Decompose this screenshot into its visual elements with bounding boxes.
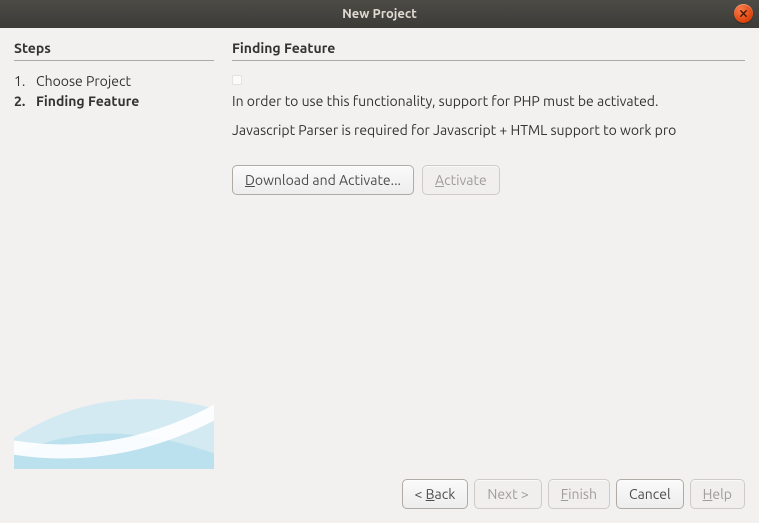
steps-list: Choose Project Finding Feature — [14, 71, 214, 111]
panel-heading: Finding Feature — [232, 40, 745, 60]
main-panel: Finding Feature In order to use this fun… — [232, 40, 745, 469]
message-area: In order to use this functionality, supp… — [232, 71, 745, 141]
back-button[interactable]: < Back — [402, 479, 469, 509]
step-choose-project: Choose Project — [14, 71, 214, 91]
cancel-button[interactable]: Cancel — [616, 479, 684, 509]
divider — [232, 60, 745, 61]
finish-button: Finish — [548, 479, 610, 509]
js-parser-message: Javascript Parser is required for Javasc… — [232, 120, 745, 141]
activate-button: Activate — [422, 165, 500, 195]
wizard-button-bar: < Back Next > Finish Cancel Help — [0, 475, 759, 523]
help-button: Help — [690, 479, 745, 509]
titlebar: New Project — [0, 0, 759, 28]
steps-sidebar: Steps Choose Project Finding Feature — [14, 40, 214, 469]
close-button[interactable] — [734, 4, 753, 23]
action-button-row: Download and Activate... Activate — [232, 165, 745, 195]
window-title: New Project — [342, 7, 417, 21]
steps-heading: Steps — [14, 40, 214, 60]
dialog-body: Steps Choose Project Finding Feature Fin… — [0, 28, 759, 475]
download-activate-button[interactable]: Download and Activate... — [232, 165, 414, 195]
close-icon — [739, 9, 748, 18]
divider — [14, 60, 214, 61]
next-button: Next > — [474, 479, 541, 509]
step-finding-feature: Finding Feature — [14, 91, 214, 111]
php-support-message: In order to use this functionality, supp… — [232, 91, 745, 112]
decorative-swoosh — [14, 329, 214, 469]
status-spot — [232, 75, 242, 85]
